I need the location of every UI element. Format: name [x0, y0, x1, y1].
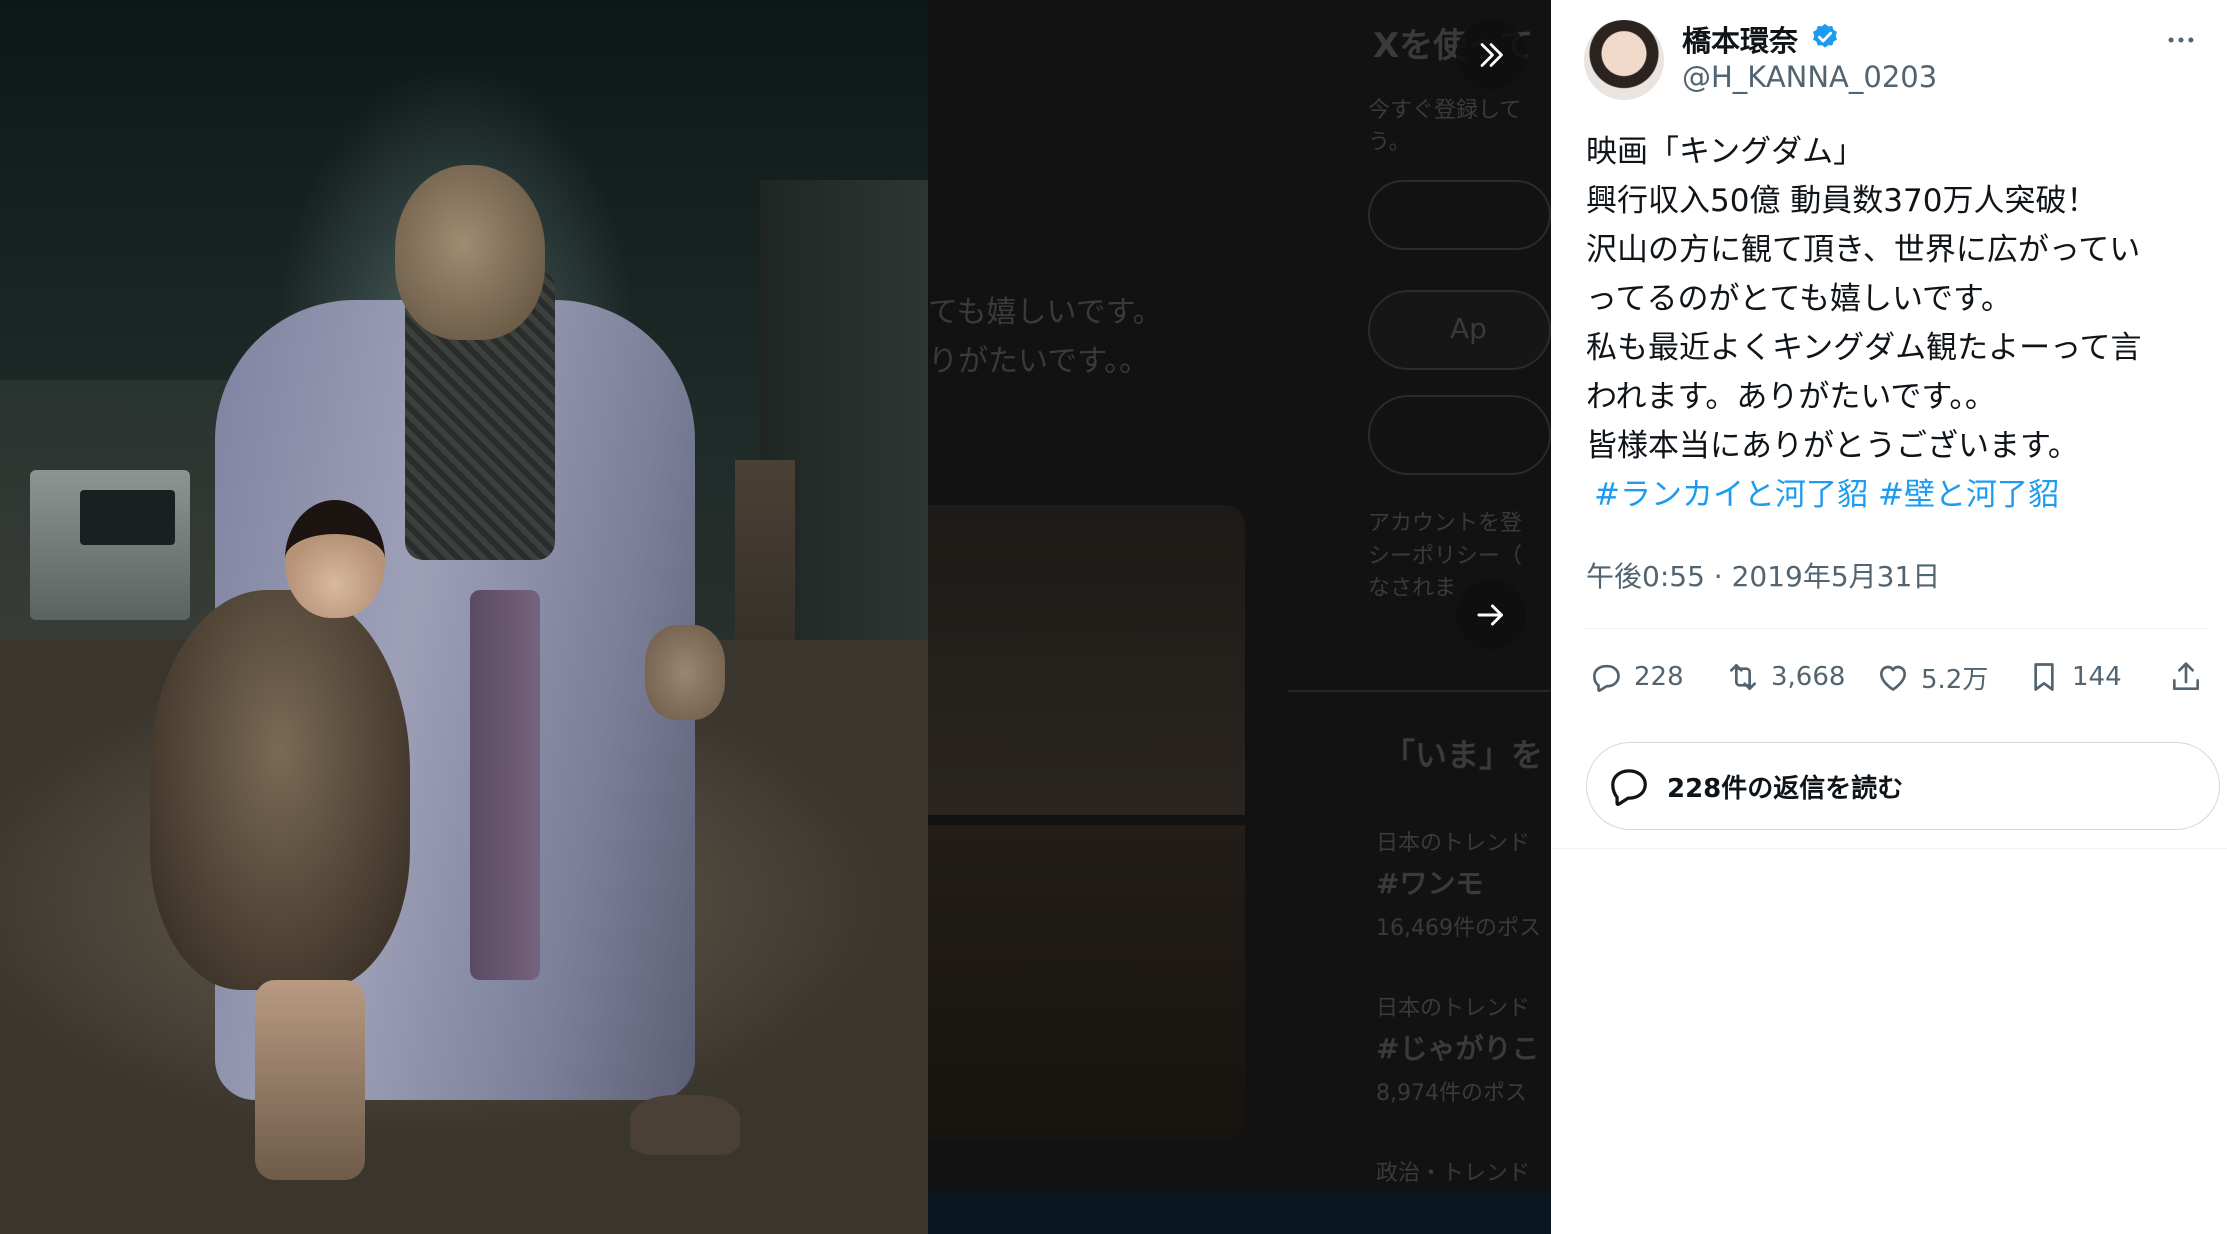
tweet-line: 興行収入50億 動員数370万人突破！ — [1586, 183, 2098, 219]
bg-trend-1-name: #ワンモ — [1376, 867, 1484, 900]
bg-apple-label: Ap — [1450, 312, 1487, 345]
tweet-line: 私も最近よくキングダム観たよーって言 — [1586, 330, 2142, 366]
share-button[interactable] — [2166, 652, 2206, 702]
tweet-line: 映画「キングダム」 — [1586, 134, 1865, 170]
reply-button[interactable]: 228 — [1586, 652, 1684, 702]
bg-trends-heading: 「いま」を — [1383, 736, 1544, 774]
bg-trend-1-count: 16,469件のポス — [1376, 916, 1541, 941]
tweet-line: 皆様本当にありがとうございます。 — [1586, 428, 2079, 464]
double-chevron-right-icon — [1480, 43, 1503, 67]
bg-apple-button: Ap — [1368, 290, 1551, 370]
bookmark-button[interactable]: 144 — [2024, 652, 2122, 702]
tweet-photo[interactable] — [0, 0, 928, 1234]
retweet-button[interactable]: 3,668 — [1723, 652, 1845, 702]
share-icon — [2173, 662, 2199, 690]
more-options-button[interactable] — [2159, 20, 2203, 60]
retweet-count: 3,668 — [1771, 662, 1846, 692]
photo-giant-hand — [645, 625, 725, 720]
bookmark-icon — [2034, 663, 2054, 691]
bg-trend-2-name: #じゃがりこ — [1376, 1032, 1540, 1065]
read-replies-label: 228件の返信を読む — [1667, 773, 1904, 804]
bg-trend-2-count: 8,974件のポス — [1376, 1081, 1527, 1106]
photo-giant-foot — [630, 1095, 740, 1155]
bg-subtitle-1: 今すぐ登録して — [1368, 98, 1522, 123]
bg-thumbnail-2 — [928, 825, 1245, 1140]
speech-bubble-icon — [1593, 664, 1620, 692]
photo-child-fur-costume — [150, 590, 410, 990]
tweet-line: われます。ありがたいです。。 — [1586, 379, 1996, 415]
bg-text-1: ても嬉しいです。 — [928, 295, 1163, 330]
tweet-line: ってるのがとても嬉しいです。 — [1586, 281, 2012, 317]
bg-trend-2-context: 日本のトレンド — [1376, 996, 1531, 1021]
bookmark-count: 144 — [2072, 662, 2122, 692]
bg-create-account-button — [1368, 395, 1551, 475]
author-display-name[interactable]: 橋本環奈 — [1682, 18, 1798, 60]
next-image-button[interactable] — [1456, 580, 1526, 650]
collapse-panel-button[interactable] — [1456, 20, 1526, 90]
hashtag-row: #ランカイと河了貂 #壁と河了貂 — [1594, 471, 2206, 520]
tweet-text: 映画「キングダム」 興行収入50億 動員数370万人突破！ 沢山の方に観て頂き、… — [1586, 128, 2206, 520]
arrow-right-icon — [1477, 604, 1503, 626]
heart-icon — [1880, 665, 1906, 691]
hashtag-link[interactable]: #壁と河了貂 — [1878, 477, 2059, 513]
bg-trend-3-context: 政治・トレンド — [1376, 1161, 1531, 1186]
bg-thumbnail-1 — [928, 505, 1245, 815]
photo-child-head — [285, 500, 385, 618]
hashtag-link[interactable]: #ランカイと河了貂 — [1594, 477, 1868, 513]
bg-terms-2: シーポリシー（ — [1368, 544, 1523, 569]
bg-subtitle-2: う。 — [1368, 130, 1411, 155]
tweet-timestamp[interactable]: 午後0:55 · 2019年5月31日 — [1586, 555, 1940, 595]
tweet-line: 沢山の方に観て頂き、世界に広がってい — [1586, 232, 2141, 268]
read-replies-button[interactable]: 228件の返信を読む — [1586, 742, 2220, 830]
divider — [1586, 628, 2206, 629]
bg-divider — [1288, 690, 1551, 692]
like-button[interactable]: 5.2万 — [1873, 652, 1988, 702]
tweet-detail-panel: 橋本環奈 @H_KANNA_0203 映画「キングダム」 興行収入50億 動員数… — [1551, 0, 2227, 1234]
bg-trend-1-context: 日本のトレンド — [1376, 831, 1531, 856]
author-handle[interactable]: @H_KANNA_0203 — [1682, 60, 1937, 94]
avatar[interactable] — [1584, 20, 1664, 100]
speech-bubble-icon — [1611, 769, 1647, 806]
photo-giant-sash — [470, 590, 540, 980]
tweet-action-bar: 228 3,668 5.2万 144 — [1586, 652, 2206, 702]
verified-badge-icon — [1813, 23, 1837, 48]
reply-count: 228 — [1634, 662, 1684, 692]
bg-signup-button — [1368, 180, 1551, 250]
bg-terms-3: なされま — [1368, 576, 1457, 601]
more-horizontal-icon — [2168, 37, 2194, 43]
bg-bottom-bar — [928, 1190, 1551, 1234]
photo-giant-head — [395, 165, 545, 340]
like-count: 5.2万 — [1921, 664, 1989, 695]
retweet-icon — [1730, 664, 1756, 690]
photo-truck-window — [80, 490, 175, 545]
divider — [1551, 848, 2227, 849]
bg-text-2: りがたいです。。 — [928, 344, 1150, 379]
photo-child-legs — [255, 980, 365, 1180]
bg-terms-1: アカウントを登 — [1368, 511, 1523, 536]
